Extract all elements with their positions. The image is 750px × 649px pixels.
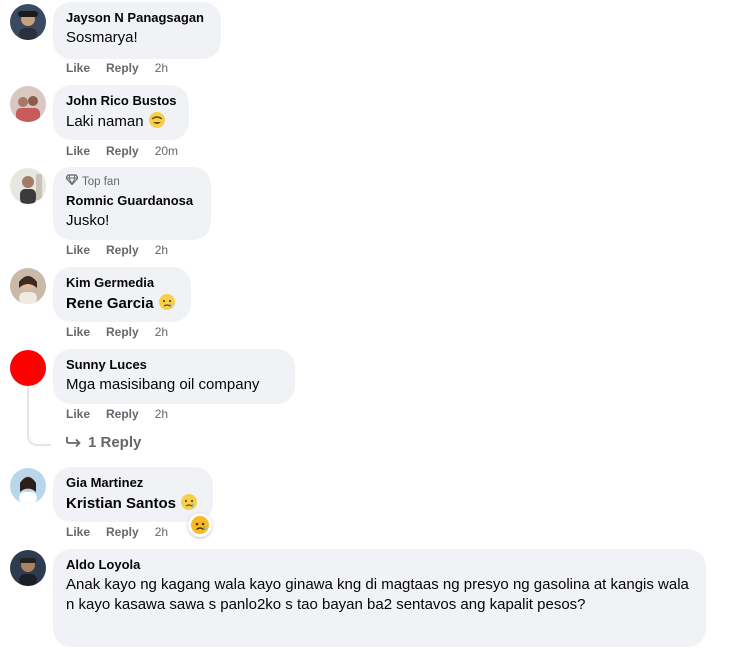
commenter-name[interactable]: Jayson N Panagsagan [66,10,208,26]
avatar[interactable] [10,168,46,204]
comment-actions: Like Reply 2h [66,325,168,339]
reply-button[interactable]: Reply [106,61,139,75]
comment-bubble: Aldo Loyola Anak kayo ng kagang wala kay… [53,549,706,647]
laughing-emoji-icon [148,111,166,135]
diamond-icon [65,174,79,189]
commenter-name[interactable]: Sunny Luces [66,357,282,373]
crying-emoji-icon [158,293,176,317]
comment-bubble: Sunny Luces Mga masisibang oil company [53,349,295,404]
sad-reaction-icon[interactable] [188,513,212,537]
comment-text-line: Kristian Santos [66,493,200,517]
comment-actions: Like Reply 2h [66,525,168,539]
commenter-name[interactable]: Kim Germedia [66,275,178,291]
avatar[interactable] [10,468,46,504]
reply-thread-line [27,386,51,446]
timestamp[interactable]: 2h [155,407,168,421]
comment-mention[interactable]: Kristian Santos [66,495,176,512]
avatar[interactable] [10,268,46,304]
top-fan-badge: Top fan [65,174,198,189]
avatar[interactable] [10,86,46,122]
reply-button[interactable]: Reply [106,325,139,339]
timestamp[interactable]: 2h [155,525,168,539]
avatar[interactable] [10,4,46,40]
comment-text-line: Laki naman [66,111,176,135]
comment-text-line: Rene Garcia [66,293,178,317]
comment-actions: Like Reply 2h [66,243,168,257]
like-button[interactable]: Like [66,325,90,339]
timestamp[interactable]: 2h [155,243,168,257]
comment-actions: Like Reply 2h [66,61,168,75]
timestamp[interactable]: 2h [155,325,168,339]
comment-text: Mga masisibang oil company [66,376,260,393]
comment-bubble: John Rico Bustos Laki naman [53,85,189,140]
comment-bubble: Gia Martinez Kristian Santos [53,467,213,522]
timestamp[interactable]: 2h [155,61,168,75]
comment-mention[interactable]: Rene Garcia [66,295,154,312]
view-replies-label[interactable]: 1 Reply [88,434,141,451]
avatar[interactable] [10,350,46,386]
avatar[interactable] [10,550,46,586]
comments-panel: Jayson N Panagsagan Sosmarya! Like Reply… [0,0,750,649]
comment-actions: Like Reply 20m [66,144,178,158]
reply-button[interactable]: Reply [106,407,139,421]
comment-text: Jusko! [66,212,110,229]
timestamp[interactable]: 20m [155,144,178,158]
commenter-name[interactable]: Gia Martinez [66,475,200,491]
comment-text: Sosmarya! [66,29,138,46]
comment-bubble: Jayson N Panagsagan Sosmarya! [53,2,221,59]
like-button[interactable]: Like [66,144,90,158]
reply-button[interactable]: Reply [106,243,139,257]
comment-bubble: Kim Germedia Rene Garcia [53,267,191,322]
comment-text: Laki naman [66,113,144,130]
comment-text: Anak kayo ng kagang wala kayo ginawa kng… [66,576,689,613]
reply-button[interactable]: Reply [106,144,139,158]
like-button[interactable]: Like [66,243,90,257]
comment-bubble: Top fan Romnic Guardanosa Jusko! [53,167,211,240]
reply-arrow-icon [66,434,82,451]
comment-actions: Like Reply 2h [66,407,168,421]
view-replies-link[interactable]: 1 Reply [66,434,141,451]
like-button[interactable]: Like [66,61,90,75]
reply-button[interactable]: Reply [106,525,139,539]
like-button[interactable]: Like [66,525,90,539]
commenter-name[interactable]: Aldo Loyola [66,557,693,573]
commenter-name[interactable]: John Rico Bustos [66,93,177,109]
like-button[interactable]: Like [66,407,90,421]
commenter-name[interactable]: Romnic Guardanosa [66,193,198,209]
top-fan-label: Top fan [82,175,120,188]
